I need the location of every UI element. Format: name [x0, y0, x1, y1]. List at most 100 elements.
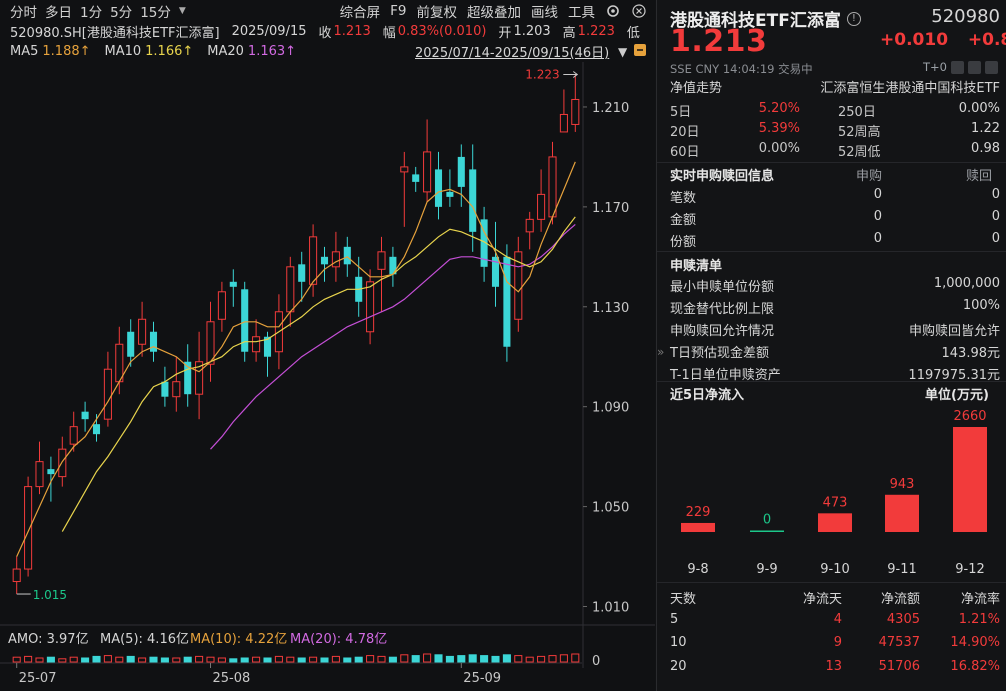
high-value: 1.223	[577, 23, 615, 39]
tab-5min[interactable]: 5分	[110, 1, 140, 21]
subscription-redeem-value: 0	[991, 209, 1000, 224]
dropdown-triangle-icon[interactable]: ▼	[618, 45, 627, 59]
tab-15min[interactable]: 15分	[140, 1, 179, 21]
candle-body-down	[92, 424, 101, 435]
f9-button[interactable]: F9	[390, 3, 406, 19]
perf-period-value: 5.39%	[758, 121, 800, 136]
y-tick-label: 1.090	[592, 401, 629, 416]
creation-list-label: 申购赎回允许情况	[670, 324, 775, 339]
period-dropdown-icon[interactable]: ▼	[179, 6, 194, 16]
creation-list-title: 申赎清单	[670, 259, 723, 274]
y-tick-label: 1.170	[592, 201, 629, 216]
amo-value: AMO: 3.97亿	[8, 632, 89, 647]
volume-bar	[240, 657, 249, 663]
net-flow-days: 10	[670, 635, 687, 650]
perf-period-value: 5.20%	[758, 101, 800, 116]
perf-period-label: 20日	[670, 125, 700, 140]
subscription-row: 份额 0 0	[670, 229, 1000, 251]
candle-body-up	[172, 381, 181, 398]
creation-list-value: 1,000,000	[933, 276, 1000, 291]
net-flow-row: 10 9 47537 14.90%	[670, 631, 1000, 655]
volume-bar	[491, 655, 500, 663]
edit-icon[interactable]	[951, 60, 964, 74]
perf-range-value: 1.22	[971, 121, 1000, 136]
candle-body-down	[81, 411, 89, 420]
lock-icon[interactable]	[633, 43, 647, 61]
ma5-value: 1.188↑	[42, 43, 91, 59]
tab-multiday[interactable]: 多日	[45, 1, 80, 21]
settings-icon[interactable]	[605, 3, 621, 19]
volume-bar	[126, 655, 135, 663]
tab-intraday[interactable]: 分时	[10, 1, 45, 21]
net-flow-inflow-amount: 47537	[878, 635, 920, 650]
volume-bar	[548, 655, 557, 663]
subscription-redeem-value: 0	[991, 231, 1000, 246]
candle-body-down	[343, 246, 351, 265]
collapse-panel-icon[interactable]: »	[657, 345, 664, 359]
candle-body-up	[537, 193, 546, 220]
net-inflow-title: 近5日净流入	[670, 388, 745, 403]
candle-body-up	[571, 98, 580, 125]
candle-body-up	[309, 236, 318, 285]
creation-list-value: 100%	[962, 298, 1000, 313]
tab-1min[interactable]: 1分	[80, 1, 110, 21]
date-range-selector[interactable]: 2025/07/14-2025/09/15(46日)	[415, 42, 609, 61]
expand-icon[interactable]	[985, 60, 998, 74]
volume-bar	[571, 653, 580, 663]
subscription-col-buy: 申购	[856, 169, 883, 184]
overlay-button[interactable]: 超级叠加	[467, 1, 521, 21]
candle-body-down	[457, 156, 465, 187]
y-tick-label: 1.050	[592, 501, 629, 516]
change-value: +0.010	[880, 30, 949, 50]
open-value: 1.203	[513, 23, 551, 39]
subscription-row-label: 金额	[670, 213, 697, 228]
net-flow-inflow-rate: 净流率	[960, 592, 1000, 607]
ma5-label: MA5	[10, 43, 39, 59]
volume-bar	[160, 657, 169, 663]
close-icon[interactable]	[631, 3, 647, 19]
candle-body-up	[548, 156, 557, 218]
performance-row: 60日 0.00% 52周低 0.98	[670, 139, 1000, 160]
inflow-bar-label: 473	[823, 495, 848, 510]
nav-trend-label[interactable]: 净值走势	[670, 81, 722, 96]
volume-bar	[69, 656, 78, 663]
volume-bar	[411, 655, 420, 663]
perf-range-label: 52周低	[838, 145, 881, 160]
volume-bar	[331, 655, 340, 663]
draw-line-button[interactable]: 画线	[531, 1, 558, 21]
composite-screen-button[interactable]: 综合屏	[340, 1, 381, 21]
subscription-redeem-value: 0	[991, 187, 1000, 202]
amo-legend: AMO: 3.97亿 MA(5): 4.16亿 MA(10): 4.22亿 MA(20…	[8, 632, 387, 647]
volume-bar	[46, 656, 55, 663]
net-flow-inflow-rate: 16.82%	[950, 658, 1000, 674]
link-icon[interactable]	[968, 60, 981, 74]
volume-bar	[172, 657, 181, 663]
candle-body-down	[469, 169, 477, 232]
trade-status-row: SSE CNY 14:04:19 交易中 T+0	[670, 60, 1006, 76]
net-flow-inflow-rate: 14.90%	[950, 635, 1000, 650]
candle-body-down	[229, 281, 237, 287]
net-flow-table: 天数 净流天 净流额 净流率 5 4 4305 1.21% 10 9 47537 14.90% 20 13…	[670, 584, 1000, 678]
creation-list-row: 申购赎回允许情况 申购赎回皆允许	[670, 317, 1000, 339]
ma20-value: 1.163↑	[247, 43, 297, 59]
candle-body-up	[217, 291, 226, 320]
volume-bar	[354, 656, 363, 663]
tools-button[interactable]: 工具	[568, 1, 595, 21]
divider	[657, 582, 1006, 583]
creation-list-label: T日预估现金差额	[670, 346, 769, 361]
volume-bar	[149, 656, 158, 663]
volume-zero-label: 0	[592, 654, 600, 669]
candle-body-down	[127, 331, 135, 357]
volume-bar	[525, 656, 534, 663]
inflow-date-label: 9-12	[955, 562, 985, 577]
creation-list: 最小申赎单位份额 1,000,000 现金替代比例上限 100% 申购赎回允许情况 申购赎…	[670, 273, 1000, 383]
volume-bar	[343, 657, 352, 663]
range-controls: ▼	[618, 43, 647, 61]
net-flow-days: 5	[670, 611, 679, 627]
volume-bar	[434, 654, 443, 663]
adjust-button[interactable]: 前复权	[417, 1, 458, 21]
inflow-date-label: 9-8	[687, 562, 708, 577]
volume-bar	[206, 656, 215, 663]
max-price-label: 1.223	[525, 67, 559, 81]
net-flow-inflow-rate: 1.21%	[958, 611, 1000, 627]
